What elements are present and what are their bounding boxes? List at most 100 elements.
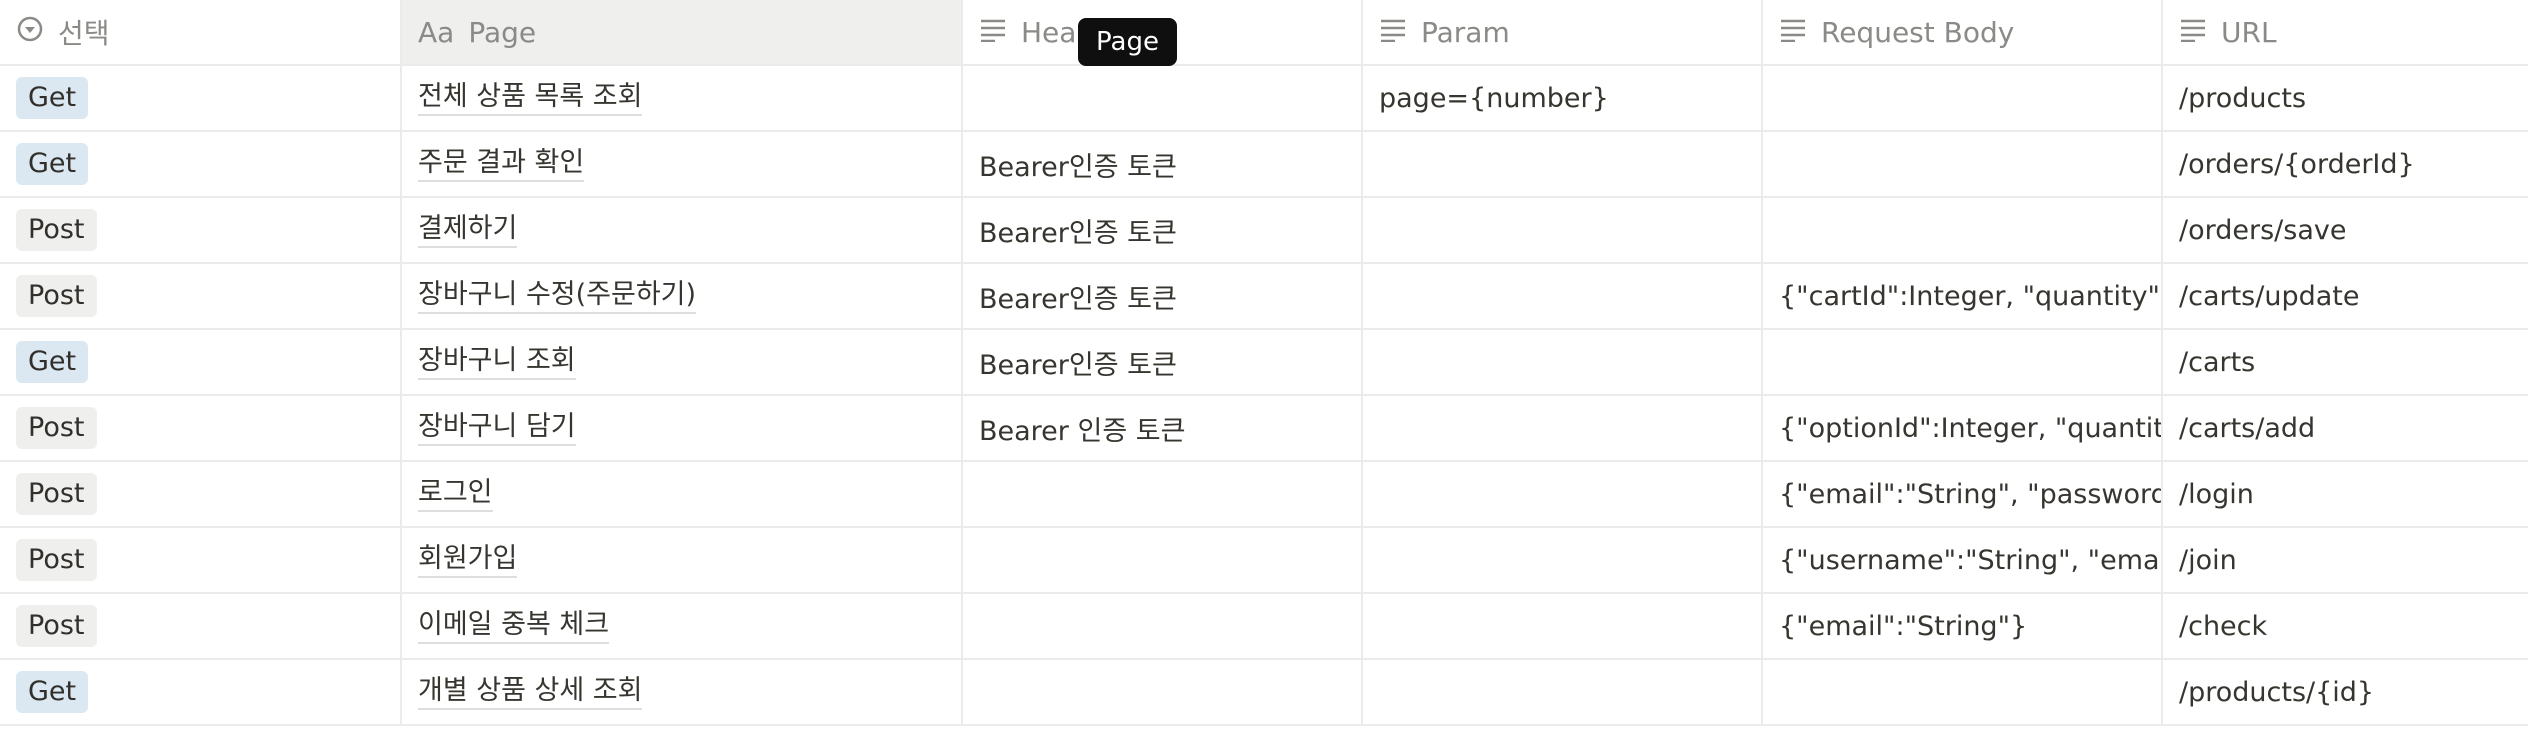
url-cell[interactable]: /orders/save [2163, 198, 2528, 262]
method-tag[interactable]: Get [16, 77, 89, 119]
page-title-link[interactable]: 이메일 중복 체크 [418, 608, 610, 644]
text-lines-icon [1379, 16, 1407, 49]
table-row[interactable]: Get 주문 결과 확인 Bearer인증 토큰/orders/{orderId} [0, 132, 2528, 198]
page-cell[interactable]: 이메일 중복 체크 [402, 594, 963, 658]
column-header-param[interactable]: Param [1363, 0, 1763, 64]
url-cell[interactable]: /login [2163, 462, 2528, 526]
param-cell[interactable] [1363, 132, 1763, 196]
method-tag[interactable]: Post [16, 209, 97, 251]
url-cell[interactable]: /carts [2163, 330, 2528, 394]
page-cell[interactable]: 회원가입 [402, 528, 963, 592]
column-header-url[interactable]: URL [2163, 0, 2528, 64]
header-cell[interactable] [963, 66, 1363, 130]
page-title-link[interactable]: 결제하기 [418, 212, 518, 248]
page-title-link[interactable]: 전체 상품 목록 조회 [418, 80, 643, 116]
header-cell[interactable]: Bearer인증 토큰 [963, 264, 1363, 328]
select-cell[interactable]: Post [0, 528, 402, 592]
url-cell[interactable]: /carts/update [2163, 264, 2528, 328]
param-cell[interactable] [1363, 264, 1763, 328]
method-tag[interactable]: Post [16, 407, 97, 449]
request-body-cell[interactable]: {"email":"String"} [1763, 594, 2163, 658]
header-cell[interactable] [963, 594, 1363, 658]
method-tag[interactable]: Get [16, 341, 89, 383]
request-body-cell[interactable]: {"username":"String", "email":" [1763, 528, 2163, 592]
page-title-link[interactable]: 회원가입 [418, 542, 518, 578]
request-body-cell[interactable] [1763, 132, 2163, 196]
select-cell[interactable]: Get [0, 66, 402, 130]
page-cell[interactable]: 전체 상품 목록 조회 [402, 66, 963, 130]
page-cell[interactable]: 개별 상품 상세 조회 [402, 660, 963, 724]
select-cell[interactable]: Get [0, 132, 402, 196]
method-tag[interactable]: Get [16, 143, 89, 185]
request-body-cell[interactable]: {"optionId":Integer, "quantity": [1763, 396, 2163, 460]
method-tag[interactable]: Post [16, 473, 97, 515]
header-cell[interactable]: Bearer 인증 토큰 [963, 396, 1363, 460]
method-tag[interactable]: Post [16, 539, 97, 581]
page-title-link[interactable]: 장바구니 담기 [418, 410, 576, 446]
page-cell[interactable]: 장바구니 담기 [402, 396, 963, 460]
param-cell[interactable] [1363, 462, 1763, 526]
select-cell[interactable]: Post [0, 264, 402, 328]
param-cell[interactable] [1363, 198, 1763, 262]
method-tag[interactable]: Post [16, 275, 97, 317]
page-cell[interactable]: 장바구니 조회 [402, 330, 963, 394]
column-header-select[interactable]: 선택 [0, 0, 402, 64]
param-cell[interactable] [1363, 594, 1763, 658]
header-cell[interactable]: Bearer인증 토큰 [963, 330, 1363, 394]
url-cell[interactable]: /orders/{orderId} [2163, 132, 2528, 196]
header-cell[interactable]: Bearer인증 토큰 [963, 132, 1363, 196]
param-cell[interactable]: page={number} [1363, 66, 1763, 130]
url-cell[interactable]: /check [2163, 594, 2528, 658]
header-value: Bearer인증 토큰 [979, 217, 1177, 249]
select-cell[interactable]: Get [0, 660, 402, 724]
url-cell[interactable]: /products [2163, 66, 2528, 130]
select-cell[interactable]: Post [0, 462, 402, 526]
url-value: /join [2179, 544, 2237, 576]
header-cell[interactable] [963, 660, 1363, 724]
param-cell[interactable] [1363, 660, 1763, 724]
column-header-request-body[interactable]: Request Body [1763, 0, 2163, 64]
header-cell[interactable] [963, 528, 1363, 592]
select-cell[interactable]: Post [0, 396, 402, 460]
table-row[interactable]: Post 회원가입 {"username":"String", "email":" /… [0, 528, 2528, 594]
url-cell[interactable]: /carts/add [2163, 396, 2528, 460]
page-title-link[interactable]: 장바구니 수정(주문하기) [418, 278, 697, 314]
header-cell[interactable]: Bearer인증 토큰 [963, 198, 1363, 262]
select-cell[interactable]: Post [0, 594, 402, 658]
param-cell[interactable] [1363, 528, 1763, 592]
request-body-cell[interactable] [1763, 330, 2163, 394]
table-row[interactable]: Get 장바구니 조회 Bearer인증 토큰/carts [0, 330, 2528, 396]
page-cell[interactable]: 주문 결과 확인 [402, 132, 963, 196]
request-body-cell[interactable] [1763, 660, 2163, 724]
table-row[interactable]: Post 로그인 {"email":"String", "password":" /l… [0, 462, 2528, 528]
table-row[interactable]: Post 장바구니 담기 Bearer 인증 토큰 {"optionId":Integ… [0, 396, 2528, 462]
page-cell[interactable]: 로그인 [402, 462, 963, 526]
page-title-link[interactable]: 주문 결과 확인 [418, 146, 585, 182]
select-cell[interactable]: Post [0, 198, 402, 262]
page-cell[interactable]: 장바구니 수정(주문하기) [402, 264, 963, 328]
page-title-link[interactable]: 로그인 [418, 476, 493, 512]
table-row[interactable]: Post 이메일 중복 체크 {"email":"String"} /check [0, 594, 2528, 660]
request-body-value: {"email":"String"} [1779, 610, 2028, 642]
table-row[interactable]: Post 결제하기 Bearer인증 토큰/orders/save [0, 198, 2528, 264]
url-cell[interactable]: /products/{id} [2163, 660, 2528, 724]
request-body-cell[interactable]: {"email":"String", "password":" [1763, 462, 2163, 526]
url-value: /carts/add [2179, 412, 2316, 444]
param-cell[interactable] [1363, 396, 1763, 460]
table-row[interactable]: Get 개별 상품 상세 조회/products/{id} [0, 660, 2528, 726]
select-cell[interactable]: Get [0, 330, 402, 394]
page-cell[interactable]: 결제하기 [402, 198, 963, 262]
column-header-page[interactable]: Aa Page [402, 0, 963, 64]
param-cell[interactable] [1363, 330, 1763, 394]
page-title-link[interactable]: 개별 상품 상세 조회 [418, 674, 643, 710]
method-tag[interactable]: Post [16, 605, 97, 647]
page-title-link[interactable]: 장바구니 조회 [418, 344, 576, 380]
table-row[interactable]: Post 장바구니 수정(주문하기) Bearer인증 토큰 {"cartId":In… [0, 264, 2528, 330]
url-cell[interactable]: /join [2163, 528, 2528, 592]
table-row[interactable]: Get 전체 상품 목록 조회 page={number} /products [0, 66, 2528, 132]
request-body-cell[interactable] [1763, 198, 2163, 262]
method-tag[interactable]: Get [16, 671, 89, 713]
header-cell[interactable] [963, 462, 1363, 526]
request-body-cell[interactable] [1763, 66, 2163, 130]
request-body-cell[interactable]: {"cartId":Integer, "quantity":Int [1763, 264, 2163, 328]
